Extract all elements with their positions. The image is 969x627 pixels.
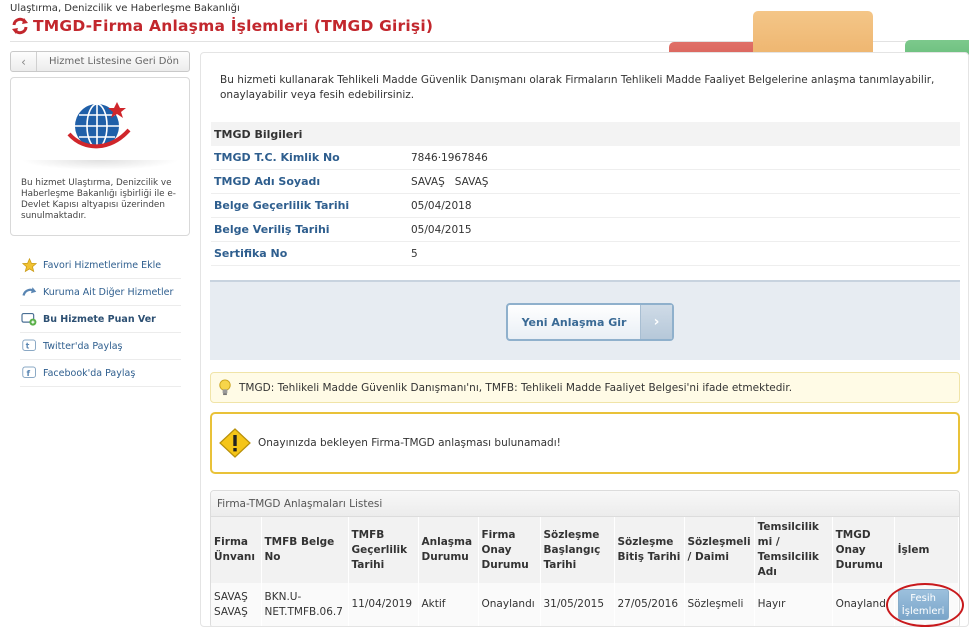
info-value: 05/04/2018	[411, 199, 472, 212]
page-title-row: TMGD-Firma Anlaşma İşlemleri (TMGD Giriş…	[10, 16, 433, 36]
info-tip: TMGD: Tehlikeli Madde Güvenlik Danışmanı…	[210, 372, 960, 403]
institution-box: Bu hizmet Ulaştırma, Denizcilik ve Haber…	[10, 77, 190, 236]
sidebar-item-other-services[interactable]: Kuruma Ait Diğer Hizmetler	[20, 279, 181, 306]
page-title: TMGD-Firma Anlaşma İşlemleri (TMGD Giriş…	[33, 17, 434, 35]
agreements-list-title: Firma-TMGD Anlaşmaları Listesi	[211, 491, 959, 517]
chevron-right-icon: ›	[640, 305, 672, 339]
info-label: Belge Veriliş Tarihi	[214, 223, 330, 236]
info-row-issue-date: Belge Veriliş Tarihi 05/04/2015	[211, 218, 960, 242]
svg-text:f: f	[26, 368, 30, 378]
cell-firma-onay: Onaylandı	[478, 583, 541, 626]
back-to-service-list-button[interactable]: ‹ Hizmet Listesine Geri Dön	[10, 51, 190, 72]
institution-description: Bu hizmet Ulaştırma, Denizcilik ve Haber…	[21, 178, 176, 221]
cell-firma: SAVAŞ SAVAŞ	[211, 583, 262, 626]
svg-text:t: t	[25, 341, 29, 350]
ministry-name: Ulaştırma, Denizcilik ve Haberleşme Baka…	[10, 3, 240, 14]
refresh-arrows-icon	[10, 16, 30, 36]
chevron-left-icon: ‹	[11, 52, 37, 71]
cell-temsilcilik: Hayır	[754, 583, 833, 626]
info-row-tc-no: TMGD T.C. Kimlik No 7846·1967846	[211, 146, 960, 170]
sidebar-item-label: Twitter'da Paylaş	[43, 340, 123, 352]
sidebar-item-label: Favori Hizmetlerime Ekle	[43, 259, 162, 271]
info-value: 5	[411, 247, 418, 260]
cell-gecerlilik: 11/04/2019	[348, 583, 419, 626]
new-agreement-button[interactable]: Yeni Anlaşma Gir ›	[506, 303, 674, 341]
info-value: SAVAŞ SAVAŞ	[411, 175, 489, 188]
cell-bitis: 27/05/2016	[614, 583, 685, 626]
rating-icon	[20, 312, 38, 326]
sidebar-item-favorite[interactable]: Favori Hizmetlerime Ekle	[20, 252, 181, 279]
info-value: 05/04/2015	[411, 223, 472, 236]
info-label: TMGD T.C. Kimlik No	[214, 151, 340, 164]
info-label: Sertifika No	[214, 247, 288, 260]
info-row-validity-date: Belge Geçerlilik Tarihi 05/04/2018	[211, 194, 960, 218]
new-agreement-label: Yeni Anlaşma Gir	[521, 315, 627, 329]
header-decoration	[669, 0, 969, 55]
sidebar-item-rate-service[interactable]: Bu Hizmete Puan Ver	[20, 306, 181, 333]
info-label: Belge Geçerlilik Tarihi	[214, 199, 350, 212]
column-header: Sözleşme Başlangıç Tarihi	[540, 517, 615, 583]
ministry-logo-icon	[67, 94, 131, 158]
column-header: İşlem	[894, 517, 959, 583]
info-row-name: TMGD Adı Soyadı SAVAŞ SAVAŞ	[211, 170, 960, 194]
redirect-icon	[20, 286, 38, 299]
column-header: Firma Onay Durumu	[478, 517, 541, 583]
sidebar-item-facebook-share[interactable]: f Facebook'da Paylaş	[20, 360, 181, 387]
warning-text: Onayınızda bekleyen Firma-TMGD anlaşması…	[258, 437, 561, 449]
tip-text: TMGD: Tehlikeli Madde Güvenlik Danışmanı…	[239, 381, 793, 394]
info-row-certificate-no: Sertifika No 5	[211, 242, 960, 266]
highlight-circle	[886, 583, 964, 627]
column-header: Firma Ünvanı	[211, 517, 262, 583]
action-area: Yeni Anlaşma Gir ›	[210, 280, 960, 360]
table-header-row: Firma Ünvanı TMFB Belge No TMFB Geçerlil…	[211, 517, 959, 583]
column-header: Sözleşme Bitiş Tarihi	[614, 517, 685, 583]
lightbulb-icon	[211, 379, 239, 396]
table-row: SAVAŞ SAVAŞ BKN.U-NET.TMFB.06.7 11/04/20…	[211, 583, 959, 626]
sidebar-item-label: Kuruma Ait Diğer Hizmetler	[43, 286, 174, 298]
sidebar-item-twitter-share[interactable]: t Twitter'da Paylaş	[20, 333, 181, 360]
agreements-list: Firma-TMGD Anlaşmaları Listesi Firma Ünv…	[210, 490, 960, 626]
cell-anlasma: Aktif	[418, 583, 479, 626]
cell-sozlesme-tipi: Sözleşmeli	[684, 583, 755, 626]
cell-tmgd-onay: Onaylandı	[832, 583, 895, 626]
tmgd-info-title: TMGD Bilgileri	[211, 122, 960, 146]
facebook-icon: f	[20, 366, 38, 380]
warning-box: Onayınızda bekleyen Firma-TMGD anlaşması…	[210, 412, 960, 474]
cell-baslangic: 31/05/2015	[540, 583, 615, 626]
service-intro: Bu hizmeti kullanarak Tehlikeli Madde Gü…	[220, 74, 935, 101]
tmgd-info-table: TMGD Bilgileri TMGD T.C. Kimlik No 7846·…	[211, 122, 960, 266]
column-header: Sözleşmeli / Daimi	[684, 517, 755, 583]
main-panel: Bu hizmeti kullanarak Tehlikeli Madde Gü…	[200, 52, 969, 627]
info-value: 7846·1967846	[411, 151, 488, 164]
info-label: TMGD Adı Soyadı	[214, 175, 321, 188]
cell-belge-no: BKN.U-NET.TMFB.06.7	[261, 583, 349, 626]
sidebar-item-label: Bu Hizmete Puan Ver	[43, 313, 156, 325]
back-button-label: Hizmet Listesine Geri Dön	[49, 56, 179, 67]
column-header: TMFB Geçerlilik Tarihi	[348, 517, 419, 583]
agreements-table: Firma Ünvanı TMFB Belge No TMFB Geçerlil…	[211, 517, 959, 626]
warning-icon	[212, 428, 258, 458]
column-header: TMFB Belge No	[261, 517, 349, 583]
column-header: Temsilcilik mi / Temsilcilik Adı	[754, 517, 833, 583]
column-header: Anlaşma Durumu	[418, 517, 479, 583]
star-icon	[20, 257, 38, 273]
twitter-icon: t	[20, 339, 38, 353]
sidebar-item-label: Facebook'da Paylaş	[43, 367, 136, 379]
column-header: TMGD Onay Durumu	[832, 517, 895, 583]
sidebar-menu: Favori Hizmetlerime Ekle Kuruma Ait Diğe…	[20, 252, 181, 387]
